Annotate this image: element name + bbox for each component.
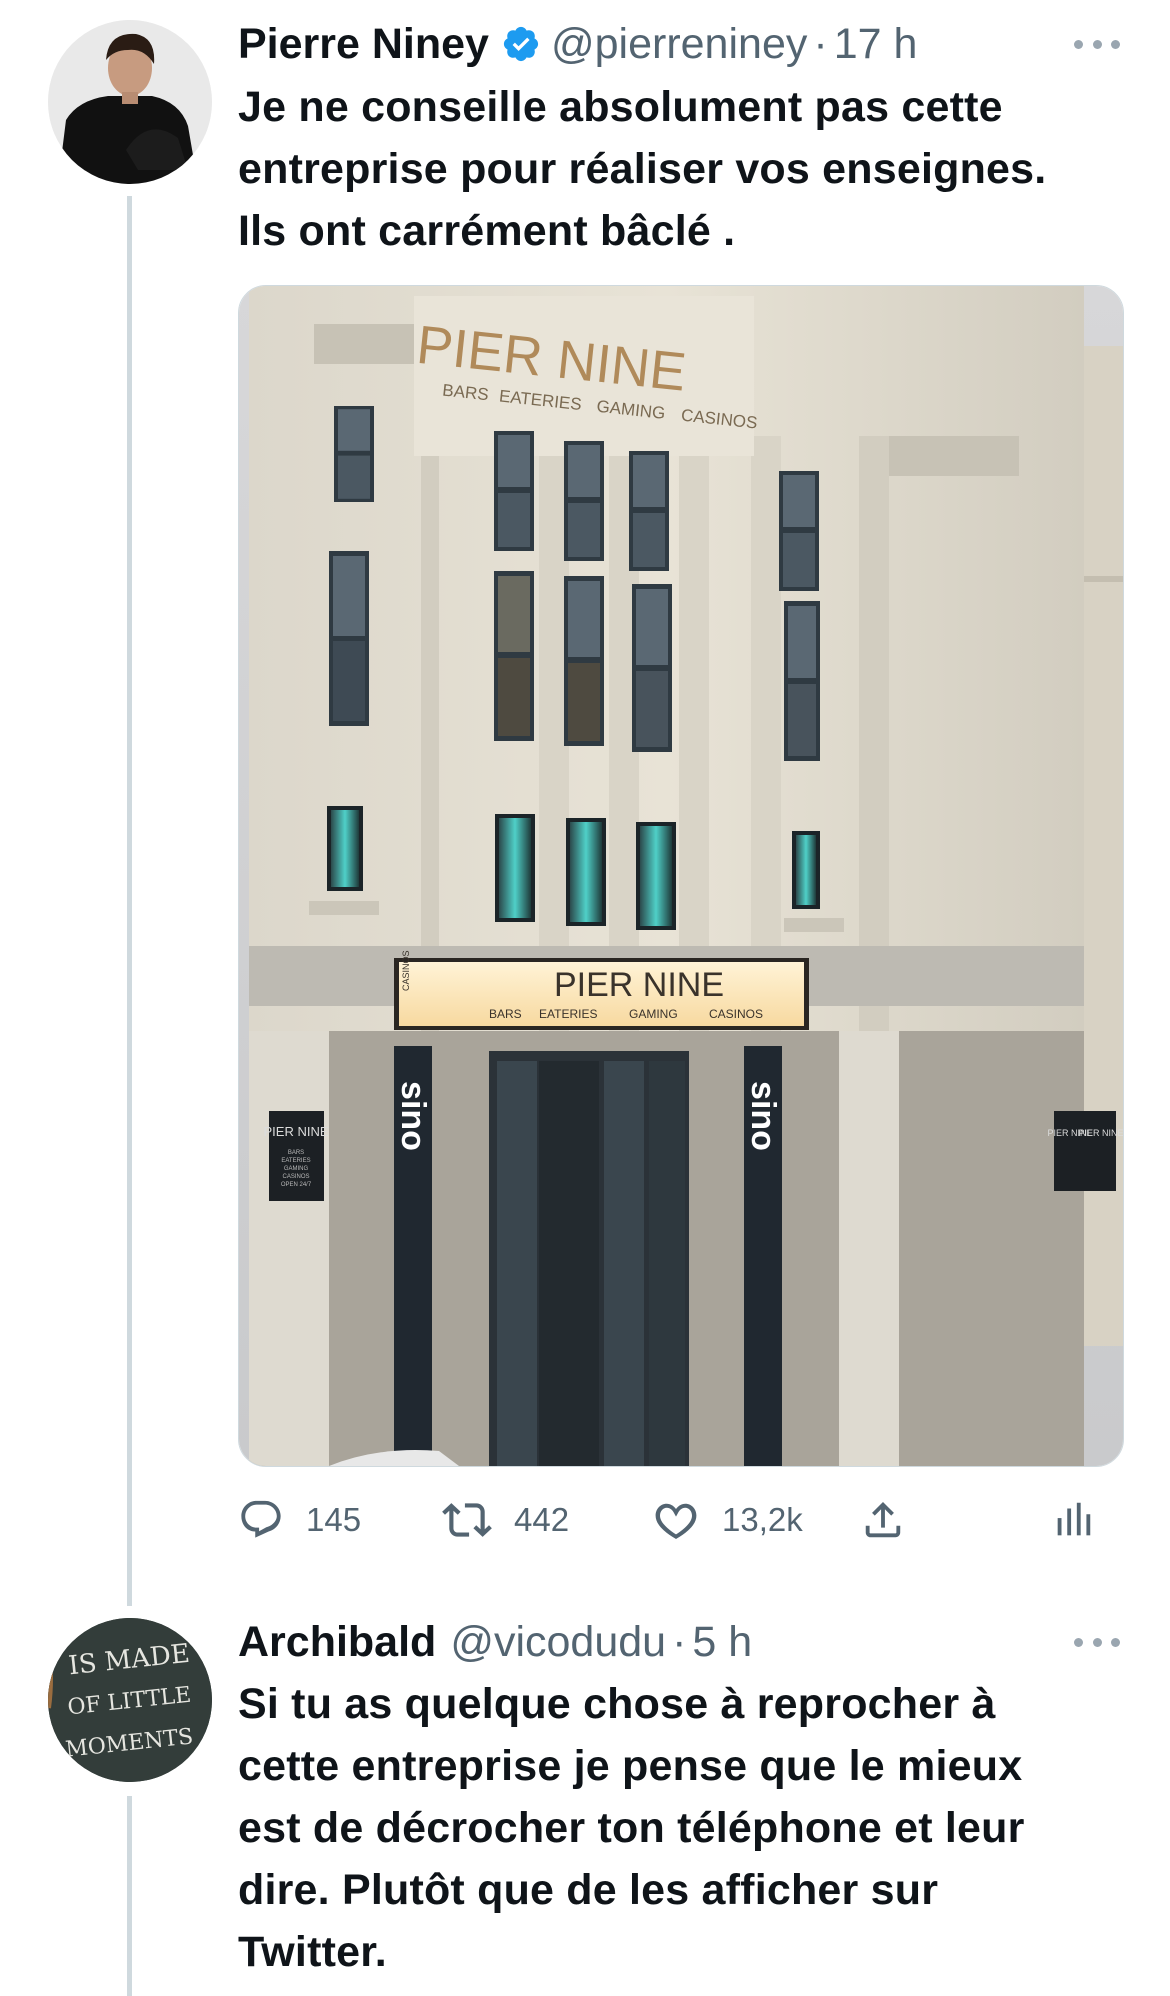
author-name[interactable]: Pierre Niney [238, 20, 489, 69]
retweet-count: 442 [514, 1501, 570, 1538]
heart-icon [655, 1503, 697, 1539]
thread-line-bottom [127, 1796, 132, 1996]
tweet-pierre-niney[interactable]: Pierre Niney @pierreniney · 17 h Je ne c… [0, 0, 1170, 1606]
marquee-sub-2: EATERIES [539, 1007, 597, 1021]
retweet-button[interactable]: 442 [442, 1490, 569, 1550]
left-board-line-2: EATERIES [281, 1158, 310, 1164]
author-name[interactable]: Archibald [238, 1618, 436, 1667]
avatar-chalkboard: IS MADE OF LITTLE MOMENTS [48, 1618, 212, 1782]
thread-line [127, 196, 132, 1606]
vertical-sign-left: sino [394, 1081, 432, 1151]
share-icon [865, 1501, 901, 1538]
left-board-line-1: BARS [288, 1150, 304, 1156]
analytics-button[interactable] [1050, 1490, 1096, 1550]
reply-button[interactable]: 145 [238, 1490, 361, 1550]
more-options-icon[interactable] [1074, 1632, 1120, 1652]
author-handle[interactable]: @vicodudu [450, 1618, 666, 1667]
tweet-header: Archibald @vicodudu · 5 h [238, 1614, 752, 1670]
marquee-sub-3: GAMING [629, 1007, 678, 1021]
reply-count: 145 [306, 1501, 362, 1538]
retweet-icon [442, 1503, 492, 1537]
vertical-sign-right: sino [744, 1081, 782, 1151]
separator-dot: · [813, 19, 828, 68]
left-board-title: PIER NINE [263, 1124, 328, 1139]
marquee-sub-1: BARS [489, 1007, 522, 1021]
marquee-title: PIER NINE [554, 966, 724, 1004]
like-button[interactable]: 13,2k [652, 1490, 803, 1550]
analytics-icon [1057, 1502, 1091, 1536]
right-board-title-2: PIER NINE [1078, 1128, 1123, 1138]
tweet-time[interactable]: 17 h [834, 20, 918, 69]
tweet-text: Je ne conseille absolument pas cette ent… [238, 83, 1047, 255]
verified-badge-icon [501, 24, 541, 64]
tweet-text: Si tu as quelque chose à reprocher à cet… [238, 1680, 1025, 1976]
share-button[interactable] [860, 1490, 906, 1550]
avatar-pierre-niney[interactable] [48, 20, 212, 184]
marquee-side: CASINOS [401, 950, 411, 991]
separator-dot: · [672, 1617, 687, 1666]
tweet-time[interactable]: 5 h [692, 1618, 752, 1667]
tweet-photo[interactable]: PIER NINE BARS EATERIES GAMING CASINOS P… [238, 285, 1124, 1467]
tweet-archibald[interactable]: IS MADE OF LITTLE MOMENTS Archibald @vic… [0, 1600, 1170, 1996]
left-board-line-5: OPEN 24/7 [281, 1182, 312, 1188]
more-options-icon[interactable] [1074, 34, 1120, 54]
avatar-photo [48, 20, 212, 184]
marquee-sub-4: CASINOS [709, 1007, 763, 1021]
left-board-line-3: GAMING [284, 1166, 309, 1172]
reply-icon [241, 1500, 281, 1538]
author-handle[interactable]: @pierreniney [551, 20, 807, 69]
avatar-archibald[interactable]: IS MADE OF LITTLE MOMENTS [48, 1618, 212, 1782]
tweet-header: Pierre Niney @pierreniney · 17 h [238, 16, 917, 72]
like-count: 13,2k [722, 1501, 803, 1538]
tweet-actions: 145 442 13,2k [238, 1490, 1122, 1550]
left-board-line-4: CASINOS [282, 1174, 309, 1180]
building-photo: PIER NINE BARS EATERIES GAMING CASINOS P… [239, 286, 1123, 1466]
